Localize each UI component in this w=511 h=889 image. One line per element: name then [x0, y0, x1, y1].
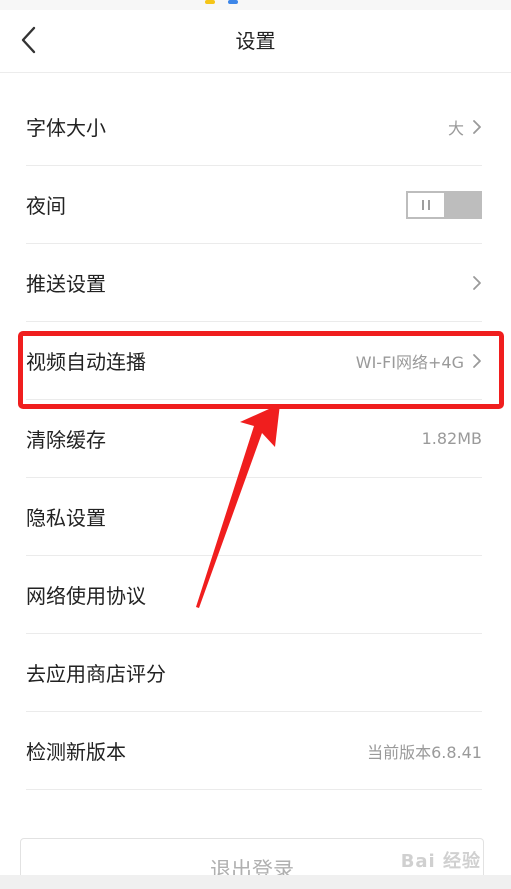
settings-row-right: WI-FI网络+4G [356, 349, 482, 373]
settings-row-value: 1.82MB [421, 429, 482, 448]
status-bar [0, 0, 511, 10]
settings-row-label: 去应用商店评分 [26, 662, 166, 686]
settings-row[interactable]: 推送设置 [26, 244, 482, 322]
settings-row-right [406, 190, 482, 219]
settings-screen: 设置 字体大小 大夜间推送设置视频自动连播 WI-FI网络+4G 清除缓存 1.82MB… [0, 0, 511, 889]
settings-row[interactable]: 隐私设置 [26, 478, 482, 556]
settings-row[interactable]: 视频自动连播 WI-FI网络+4G [26, 322, 482, 400]
settings-row-label: 视频自动连播 [26, 350, 146, 374]
settings-row-label: 检测新版本 [26, 740, 126, 764]
settings-row-right: 1.82MB [422, 429, 482, 448]
settings-row-label: 隐私设置 [26, 506, 106, 530]
page-title: 设置 [235, 29, 276, 53]
settings-row-value: WI-FI网络+4G [355, 352, 464, 372]
settings-row-label: 字体大小 [26, 116, 106, 140]
settings-list: 字体大小 大夜间推送设置视频自动连播 WI-FI网络+4G 清除缓存 1.82MB 隐私设… [26, 88, 482, 790]
settings-row-label: 夜间 [26, 194, 66, 218]
chevron-right-icon [473, 119, 481, 134]
settings-row[interactable]: 清除缓存 1.82MB [26, 400, 482, 478]
settings-row[interactable]: 检测新版本 当前版本6.8.41 [26, 712, 482, 790]
settings-row-right: 当前版本6.8.41 [367, 739, 482, 763]
settings-row[interactable]: 网络使用协议 [26, 556, 482, 634]
nav-bar: 设置 [0, 10, 511, 73]
toggle-knob [408, 192, 444, 217]
settings-row-right: 大 [448, 115, 482, 139]
settings-row-right [472, 275, 482, 291]
chevron-right-icon [473, 353, 481, 368]
watermark: Bai 经验 [400, 851, 481, 872]
settings-row-value: 当前版本6.8.41 [367, 742, 482, 762]
settings-row[interactable]: 去应用商店评分 [26, 634, 482, 712]
bottom-bar [0, 875, 511, 889]
settings-row-label: 清除缓存 [26, 428, 106, 452]
settings-row[interactable]: 字体大小 大 [26, 88, 482, 166]
settings-row[interactable]: 夜间 [26, 166, 482, 244]
settings-row-value: 大 [447, 118, 464, 138]
night-mode-toggle[interactable] [406, 190, 482, 219]
status-indicator-icon [228, 0, 238, 4]
chevron-right-icon [473, 275, 481, 290]
settings-row-label: 网络使用协议 [26, 584, 146, 608]
status-indicator-icon [205, 0, 215, 4]
settings-row-label: 推送设置 [26, 272, 106, 296]
